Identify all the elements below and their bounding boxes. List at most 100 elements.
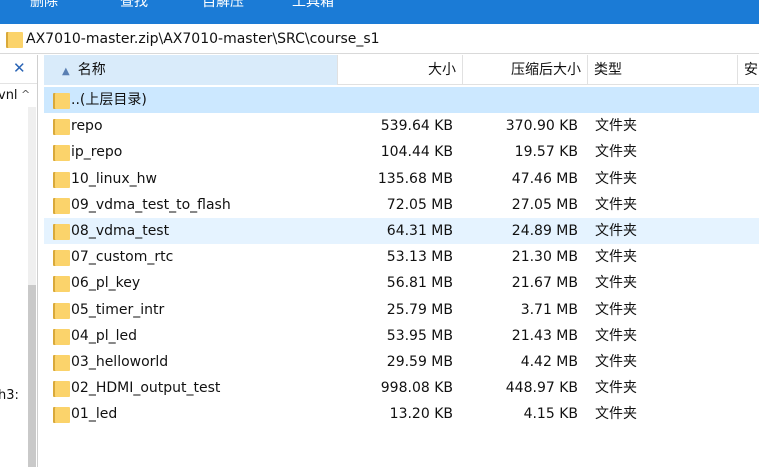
table-row[interactable]: 03_helloworld 29.59 MB 4.42 MB 文件夹	[44, 349, 759, 375]
folder-icon	[53, 406, 70, 424]
file-name: 05_timer_intr	[71, 301, 165, 318]
table-row[interactable]: 05_timer_intr 25.79 MB 3.71 MB 文件夹	[44, 297, 759, 323]
self-extract-button[interactable]: 自解压	[202, 0, 244, 11]
toolbox-button[interactable]: 工具箱	[292, 0, 334, 11]
file-type: 文件夹	[595, 406, 637, 423]
file-size: 64.31 MB	[386, 222, 453, 239]
folder-icon	[53, 118, 70, 136]
compressed-size: 3.71 MB	[520, 301, 578, 318]
table-row[interactable]: 04_pl_led 53.95 MB 21.43 MB 文件夹	[44, 323, 759, 349]
compressed-size: 19.57 KB	[514, 144, 578, 161]
folder-icon	[53, 275, 70, 293]
folder-icon	[53, 354, 70, 371]
table-row[interactable]: repo 539.64 KB 370.90 KB 文件夹	[44, 113, 759, 139]
parent-dir-label: ..(上层目录)	[71, 92, 147, 108]
folder-icon	[53, 171, 70, 188]
folder-icon	[6, 32, 23, 52]
close-icon[interactable]: ✕	[13, 59, 26, 77]
compressed-size: 448.97 KB	[505, 380, 578, 397]
file-size: 72.05 MB	[386, 196, 453, 213]
compressed-size: 21.67 MB	[511, 275, 578, 292]
tree-item[interactable]: vnl	[0, 88, 18, 103]
file-type: 文件夹	[595, 380, 637, 397]
sort-arrow-icon: ▲	[62, 66, 70, 77]
folder-icon	[53, 380, 70, 398]
column-header-row: ▲ 名称 大小 压缩后大小 类型 安	[44, 55, 759, 85]
file-type: 文件夹	[595, 196, 637, 213]
folder-icon	[53, 144, 70, 162]
file-name: 03_helloworld	[71, 353, 169, 370]
compressed-size: 4.15 KB	[523, 406, 578, 423]
table-row[interactable]: 08_vdma_test 64.31 MB 24.89 MB 文件夹	[44, 217, 759, 245]
compressed-size: 21.30 MB	[511, 249, 578, 266]
file-size: 13.20 KB	[389, 406, 453, 423]
file-type: 文件夹	[595, 118, 637, 135]
address-bar[interactable]: AX7010-master.zip\AX7010-master\SRC\cour…	[0, 27, 759, 54]
file-type: 文件夹	[595, 170, 637, 187]
file-size: 135.68 MB	[377, 170, 453, 187]
file-name: 04_pl_led	[71, 327, 137, 344]
tree-item[interactable]: h3:	[0, 388, 19, 403]
file-name: 07_custom_rtc	[71, 249, 174, 266]
file-size: 539.64 KB	[380, 118, 453, 135]
folder-icon	[53, 223, 70, 240]
address-path[interactable]: AX7010-master.zip\AX7010-master\SRC\cour…	[26, 31, 380, 47]
find-button[interactable]: 查找	[120, 0, 148, 11]
file-list: ▲ 名称 大小 压缩后大小 类型 安 ..(上层目录) repo 539.64 KB…	[44, 55, 759, 467]
tree-header: ✕	[0, 55, 37, 84]
file-type: 文件夹	[595, 144, 637, 161]
compressed-size: 24.89 MB	[511, 222, 578, 239]
file-rows: ..(上层目录) repo 539.64 KB 370.90 KB 文件夹 ip_rep…	[44, 87, 759, 427]
compressed-size: 27.05 MB	[511, 196, 578, 213]
folder-icon	[53, 92, 70, 109]
scroll-up-icon[interactable]: ^	[21, 88, 30, 101]
file-name: ip_repo	[71, 144, 123, 161]
table-row[interactable]: 10_linux_hw 135.68 MB 47.46 MB 文件夹	[44, 166, 759, 192]
file-name: 09_vdma_test_to_flash	[71, 196, 231, 213]
parent-dir-row[interactable]: ..(上层目录)	[44, 87, 759, 114]
file-type: 文件夹	[595, 327, 637, 344]
file-name: 08_vdma_test	[71, 222, 170, 239]
column-header-name[interactable]: ▲ 名称	[44, 55, 338, 85]
file-name: 02_HDMI_output_test	[71, 380, 221, 397]
file-size: 998.08 KB	[380, 380, 453, 397]
file-size: 53.13 MB	[386, 249, 453, 266]
table-row[interactable]: 01_led 13.20 KB 4.15 KB 文件夹	[44, 401, 759, 427]
folder-icon	[53, 249, 70, 267]
column-header-more[interactable]: 安	[738, 55, 759, 85]
column-header-compressed-size[interactable]: 压缩后大小	[463, 55, 588, 85]
file-type: 文件夹	[595, 222, 637, 239]
folder-icon	[53, 328, 70, 345]
table-row[interactable]: 02_HDMI_output_test 998.08 KB 448.97 KB 文件夹	[44, 375, 759, 401]
file-size: 53.95 MB	[386, 327, 453, 344]
compressed-size: 4.42 MB	[520, 353, 578, 370]
file-type: 文件夹	[595, 353, 637, 370]
compressed-size: 370.90 KB	[505, 118, 578, 135]
file-size: 104.44 KB	[380, 144, 453, 161]
file-size: 29.59 MB	[386, 353, 453, 370]
table-row[interactable]: ip_repo 104.44 KB 19.57 KB 文件夹	[44, 139, 759, 165]
delete-button[interactable]: 删除	[30, 0, 58, 11]
file-type: 文件夹	[595, 301, 637, 318]
column-header-name-label: 名称	[77, 62, 106, 78]
folder-icon	[53, 302, 70, 319]
file-name: 06_pl_key	[71, 275, 141, 292]
compressed-size: 21.43 MB	[511, 327, 578, 344]
file-size: 25.79 MB	[386, 301, 453, 318]
file-name: repo	[71, 118, 103, 135]
archive-manager-window: 删除 查找 自解压 工具箱 AX7010-master.zip\AX7010-m…	[0, 0, 759, 467]
table-row[interactable]: 09_vdma_test_to_flash 72.05 MB 27.05 MB 文件夹	[44, 192, 759, 218]
file-size: 56.81 MB	[386, 275, 453, 292]
file-type: 文件夹	[595, 275, 637, 292]
folder-tree-pane: ✕ vnl ^ h3:	[0, 55, 38, 467]
file-type: 文件夹	[595, 249, 637, 266]
scrollbar-thumb[interactable]	[28, 285, 36, 467]
file-name: 10_linux_hw	[71, 170, 157, 187]
table-row[interactable]: 07_custom_rtc 53.13 MB 21.30 MB 文件夹	[44, 244, 759, 270]
table-row[interactable]: 06_pl_key 56.81 MB 21.67 MB 文件夹	[44, 270, 759, 296]
column-header-size[interactable]: 大小	[338, 55, 463, 85]
column-header-type[interactable]: 类型	[588, 55, 738, 85]
file-name: 01_led	[71, 406, 118, 423]
compressed-size: 47.46 MB	[511, 170, 578, 187]
folder-icon	[53, 197, 70, 214]
